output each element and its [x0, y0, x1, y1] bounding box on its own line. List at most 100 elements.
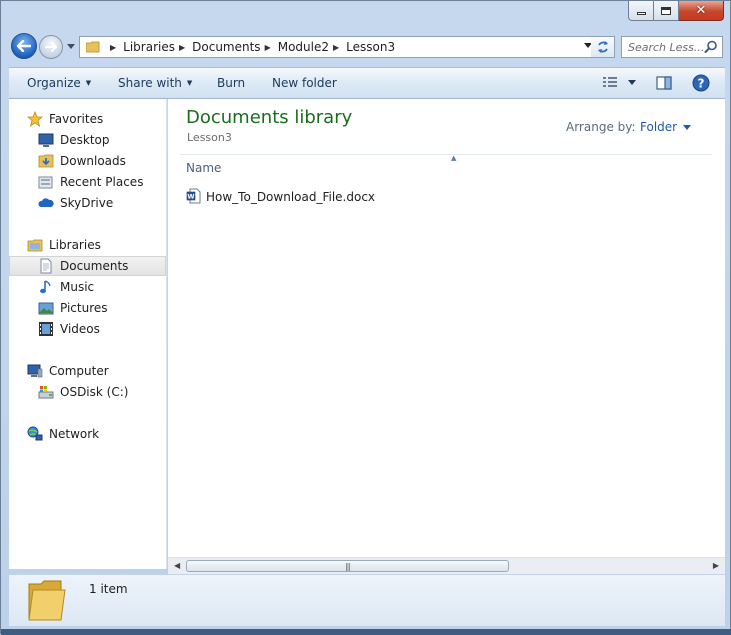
- preview-pane-button[interactable]: [656, 75, 672, 94]
- sidebar-item-label: Network: [49, 427, 100, 441]
- search-icon[interactable]: [704, 40, 718, 54]
- maximize-button[interactable]: [654, 1, 679, 21]
- sort-ascending-icon: ▲: [451, 154, 457, 162]
- sidebar-item-label: Downloads: [60, 154, 126, 168]
- navigation-bar: ▶ Libraries ▶ Documents ▶ Module2 ▶ Less…: [9, 31, 725, 61]
- sidebar-item-label: SkyDrive: [60, 196, 114, 210]
- organize-label: Organize: [27, 76, 81, 90]
- close-icon: ✕: [695, 3, 707, 18]
- breadcrumb-libraries[interactable]: Libraries: [123, 40, 175, 54]
- help-button[interactable]: ?: [692, 74, 710, 95]
- recent-pages-button[interactable]: [66, 40, 76, 52]
- item-count: 1 item: [89, 582, 128, 596]
- breadcrumb-separator-icon: ▶: [333, 42, 340, 52]
- explorer-window: ✕ ▶ Libraries ▶ Documents ▶ Module2 ▶ Le…: [0, 0, 731, 635]
- share-with-label: Share with: [118, 76, 182, 90]
- scroll-right-icon[interactable]: ▶: [713, 561, 719, 570]
- svg-text:?: ?: [698, 77, 705, 91]
- arrange-by-label: Arrange by:: [566, 120, 636, 134]
- network-icon: [27, 426, 43, 442]
- desktop-icon: [38, 132, 54, 148]
- search-input[interactable]: [628, 40, 708, 54]
- library-title: Documents library: [186, 107, 353, 128]
- command-bar: Organize ▼ Share with ▼ Burn New folder: [9, 67, 725, 99]
- sidebar-item-skydrive[interactable]: SkyDrive: [38, 193, 113, 213]
- libraries-icon: [27, 237, 43, 253]
- burn-label: Burn: [217, 76, 246, 90]
- breadcrumb-item[interactable]: ▶ Libraries: [106, 37, 175, 57]
- chevron-down-icon: ▼: [85, 79, 92, 87]
- new-folder-button[interactable]: New folder: [272, 76, 337, 90]
- search-box[interactable]: [621, 36, 723, 58]
- arrange-by-value: Folder: [640, 120, 678, 134]
- share-with-button[interactable]: Share with ▼: [118, 76, 192, 90]
- forward-button[interactable]: [39, 35, 63, 59]
- breadcrumb-lesson3[interactable]: Lesson3: [346, 40, 395, 54]
- address-bar[interactable]: ▶ Libraries ▶ Documents ▶ Module2 ▶ Less…: [79, 36, 599, 58]
- file-list-pane: Documents library Lesson3 Arrange by: Fo…: [168, 99, 725, 557]
- maximize-icon: [661, 6, 671, 15]
- sidebar-item-label: OSDisk (C:): [60, 385, 129, 399]
- chevron-down-icon: [67, 43, 75, 49]
- navigation-pane: Favorites Desktop Downloads Recent Place…: [9, 99, 167, 569]
- sidebar-item-network[interactable]: Network: [27, 424, 99, 444]
- chevron-down-icon: ▼: [186, 79, 193, 87]
- sidebar-item-pictures[interactable]: Pictures: [38, 298, 108, 318]
- back-button[interactable]: [11, 33, 37, 59]
- sidebar-item-music[interactable]: Music: [38, 277, 94, 297]
- breadcrumb-separator-icon: ▶: [264, 42, 271, 52]
- computer-icon: [27, 363, 43, 379]
- help-icon: ?: [692, 74, 710, 92]
- refresh-icon: [597, 41, 608, 53]
- breadcrumb-item[interactable]: ▶ Module2: [261, 37, 329, 57]
- hard-drive-icon: [38, 384, 54, 400]
- sidebar-item-desktop[interactable]: Desktop: [38, 130, 110, 150]
- svg-text:W: W: [187, 192, 194, 200]
- chevron-down-icon: [628, 79, 636, 85]
- burn-button[interactable]: Burn: [217, 76, 245, 90]
- breadcrumb-item[interactable]: ▶ Documents: [175, 37, 261, 57]
- sidebar-item-favorites[interactable]: Favorites: [27, 109, 103, 129]
- sidebar-item-downloads[interactable]: Downloads: [38, 151, 126, 171]
- scroll-left-icon[interactable]: ◀: [174, 561, 180, 570]
- horizontal-scrollbar[interactable]: ◀ ||| ▶: [168, 557, 725, 574]
- film-strip-icon: [38, 321, 54, 337]
- sidebar-item-recent-places[interactable]: Recent Places: [38, 172, 143, 192]
- breadcrumb-module2[interactable]: Module2: [278, 40, 329, 54]
- change-view-button[interactable]: [602, 75, 636, 89]
- breadcrumb-separator-icon: ▶: [178, 42, 186, 52]
- taskbar-edge: [1, 629, 731, 635]
- minimize-button[interactable]: [628, 1, 654, 21]
- sidebar-item-libraries[interactable]: Libraries: [27, 235, 101, 255]
- cloud-icon: [38, 195, 54, 211]
- sidebar-item-videos[interactable]: Videos: [38, 319, 100, 339]
- column-header-name[interactable]: Name: [186, 161, 221, 175]
- details-pane: 1 item: [9, 574, 725, 626]
- chevron-down-icon: [683, 124, 692, 130]
- file-name: How_To_Download_File.docx: [206, 190, 376, 204]
- word-document-icon: W: [186, 188, 202, 207]
- sidebar-item-label: Desktop: [60, 133, 110, 147]
- sidebar-item-computer[interactable]: Computer: [27, 361, 109, 381]
- grip-icon: |||: [344, 561, 351, 571]
- folder-icon: [28, 580, 66, 621]
- sidebar-item-label: Computer: [49, 364, 109, 378]
- window-controls: ✕: [628, 1, 724, 21]
- sidebar-item-label: Music: [60, 280, 95, 294]
- scrollbar-thumb[interactable]: |||: [186, 560, 509, 572]
- music-note-icon: [38, 279, 54, 295]
- file-item[interactable]: W How_To_Download_File.docx: [186, 187, 375, 207]
- breadcrumb-item[interactable]: ▶ Lesson3: [329, 37, 395, 57]
- sidebar-item-osdisk[interactable]: OSDisk (C:): [38, 382, 128, 402]
- arrange-by-dropdown[interactable]: Folder: [640, 120, 692, 134]
- folder-icon: [86, 41, 100, 53]
- breadcrumb-documents[interactable]: Documents: [192, 40, 260, 54]
- new-folder-label: New folder: [272, 76, 337, 90]
- sidebar-item-label: Documents: [60, 259, 129, 273]
- refresh-button[interactable]: [591, 36, 615, 58]
- close-button[interactable]: ✕: [679, 1, 724, 21]
- organize-button[interactable]: Organize ▼: [27, 76, 91, 90]
- pictures-icon: [38, 300, 54, 316]
- sidebar-item-documents[interactable]: Documents: [38, 256, 128, 276]
- minimize-icon: [636, 12, 646, 15]
